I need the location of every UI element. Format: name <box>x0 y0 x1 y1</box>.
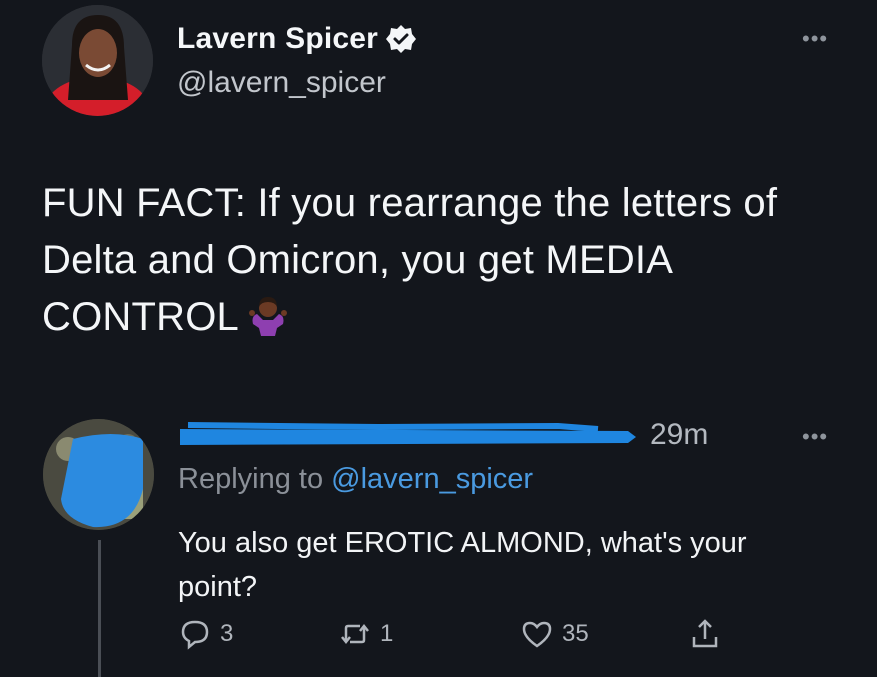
author-name-text[interactable]: Lavern Spicer <box>177 22 378 56</box>
reply-action[interactable]: 3 <box>178 617 233 651</box>
reply-more-options-icon[interactable]: ••• <box>802 424 828 450</box>
comment-icon <box>181 620 209 650</box>
person-shrugging-icon <box>248 297 287 336</box>
retweet-icon <box>341 623 369 645</box>
reply-timestamp[interactable]: 29m <box>650 418 708 452</box>
tweet-body: FUN FACT: If you rearrange the letters o… <box>42 175 862 346</box>
replying-to-line: Replying to @lavern_spicer <box>178 463 533 496</box>
retweet-action[interactable]: 1 <box>338 617 393 651</box>
replying-to-mention[interactable]: @lavern_spicer <box>331 463 533 495</box>
verified-badge-icon <box>386 25 417 53</box>
reply-count: 3 <box>220 620 234 647</box>
more-options-icon[interactable]: ••• <box>802 26 828 52</box>
like-count: 35 <box>562 620 589 647</box>
author-handle[interactable]: @lavern_spicer <box>177 66 386 100</box>
tweet-text: FUN FACT: If you rearrange the letters o… <box>42 181 778 339</box>
thread-line <box>98 540 101 677</box>
reply-text: You also get EROTIC ALMOND, what's your … <box>178 527 747 603</box>
like-action[interactable]: 35 <box>520 617 589 651</box>
retweet-count: 1 <box>380 620 394 647</box>
share-icon <box>692 619 718 648</box>
tweet-screenshot: Lavern Spicer @lavern_spicer ••• FUN FAC… <box>0 0 877 677</box>
author-avatar[interactable] <box>42 5 153 116</box>
author-name[interactable]: Lavern Spicer <box>177 22 417 56</box>
share-action[interactable] <box>688 617 722 651</box>
replying-prefix: Replying to <box>178 463 332 495</box>
heart-icon <box>522 621 552 648</box>
reply-author-avatar[interactable] <box>43 419 154 530</box>
redacted-username-scribble <box>180 422 636 445</box>
